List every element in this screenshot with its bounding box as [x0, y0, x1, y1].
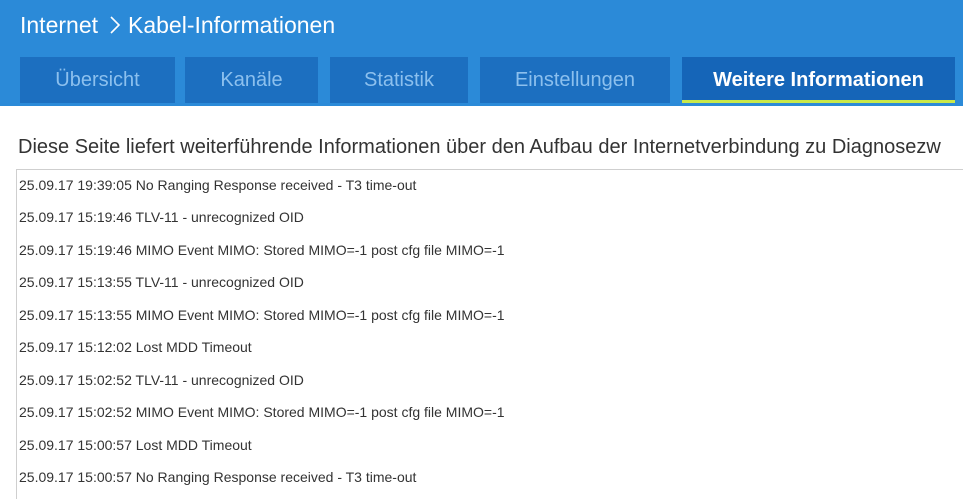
- log-line: 25.09.17 15:13:55 TLV-11 - unrecognized …: [19, 274, 304, 290]
- log-line: 25.09.17 15:00:57 No Ranging Response re…: [19, 469, 417, 485]
- log-line: 25.09.17 15:00:57 Lost MDD Timeout: [19, 437, 252, 453]
- page-header: Internet Kabel-Informationen Übersicht K…: [0, 0, 963, 106]
- breadcrumb-parent[interactable]: Internet: [20, 12, 98, 39]
- log-line: 25.09.17 15:13:55 MIMO Event MIMO: Store…: [19, 307, 505, 323]
- tab-weitere-informationen[interactable]: Weitere Informationen: [682, 57, 955, 103]
- tab-kanaele[interactable]: Kanäle: [185, 57, 318, 103]
- breadcrumb-current: Kabel-Informationen: [128, 11, 336, 38]
- log-line: 25.09.17 19:39:05 No Ranging Response re…: [19, 177, 417, 193]
- tab-uebersicht[interactable]: Übersicht: [20, 57, 175, 103]
- log-line: 25.09.17 15:19:46 TLV-11 - unrecognized …: [19, 209, 304, 225]
- breadcrumb: Internet Kabel-Informationen: [20, 10, 335, 40]
- chevron-right-icon: [110, 16, 121, 34]
- log-line: 25.09.17 15:12:02 Lost MDD Timeout: [19, 339, 252, 355]
- page-description: Diese Seite liefert weiterführende Infor…: [18, 136, 941, 158]
- log-line: 25.09.17 15:19:46 MIMO Event MIMO: Store…: [19, 242, 505, 258]
- event-log[interactable]: 25.09.17 19:39:05 No Ranging Response re…: [16, 169, 963, 499]
- tab-einstellungen[interactable]: Einstellungen: [480, 57, 670, 103]
- log-line: 25.09.17 15:02:52 MIMO Event MIMO: Store…: [19, 404, 505, 420]
- tab-bar: Übersicht Kanäle Statistik Einstellungen…: [0, 57, 963, 106]
- tab-statistik[interactable]: Statistik: [330, 57, 468, 103]
- log-line: 25.09.17 15:02:52 TLV-11 - unrecognized …: [19, 372, 304, 388]
